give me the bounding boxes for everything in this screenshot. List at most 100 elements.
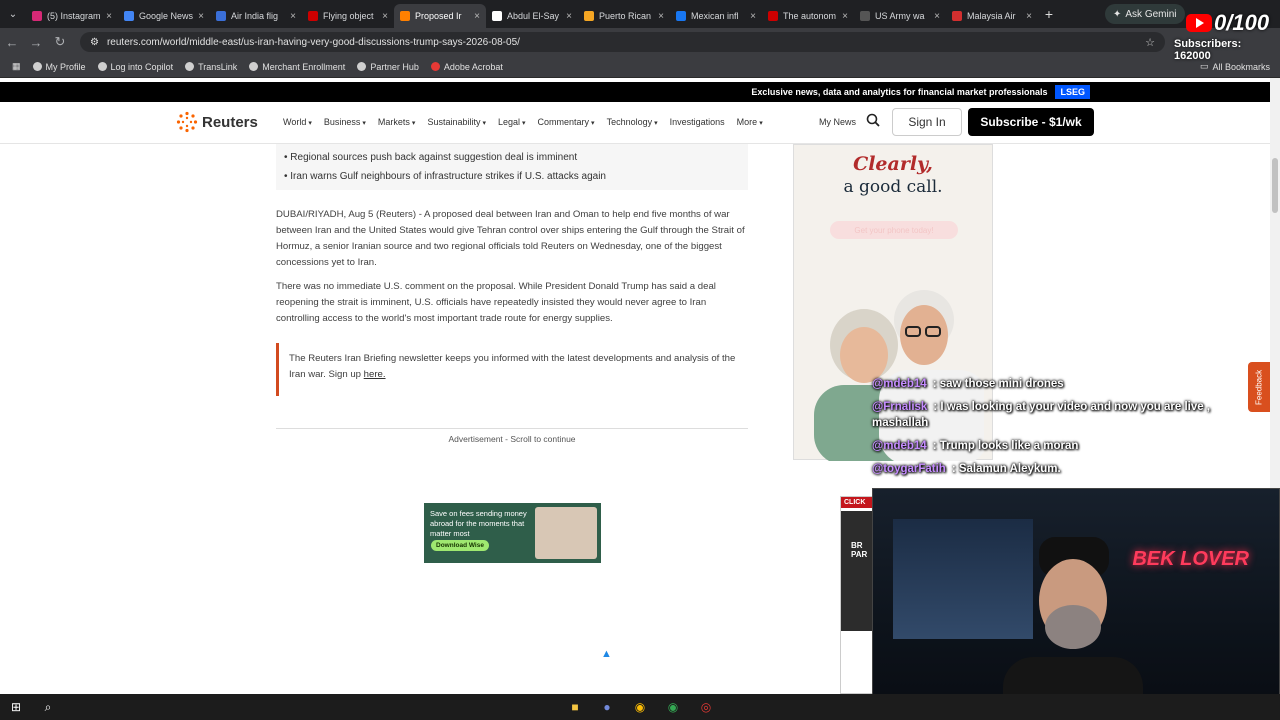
- file-explorer-icon[interactable]: ■: [567, 699, 583, 715]
- chevron-down-icon: ▾: [759, 120, 763, 127]
- tab-title: Malaysia Air: [967, 11, 1016, 21]
- nav-item[interactable]: World ▾: [283, 117, 312, 127]
- warning-icon: ▲: [601, 648, 612, 660]
- close-tab-icon[interactable]: ×: [566, 11, 572, 22]
- close-tab-icon[interactable]: ×: [290, 11, 296, 22]
- windows-start-icon[interactable]: ⊞: [8, 699, 24, 715]
- browser-tab[interactable]: Abdul El-Say ×: [486, 4, 578, 28]
- taskbar-search-icon[interactable]: ⌕: [40, 699, 56, 715]
- main-nav: World ▾ Business ▾ Markets ▾ Sustainability ▾ Le…: [283, 117, 763, 127]
- newsletter-signup-link[interactable]: here.: [364, 369, 386, 380]
- tab-favicon-icon: [952, 11, 962, 21]
- browser-tab[interactable]: Puerto Rican ×: [578, 4, 670, 28]
- browser-tab[interactable]: Google News ×: [118, 4, 210, 28]
- close-tab-icon[interactable]: ×: [1026, 11, 1032, 22]
- close-tab-icon[interactable]: ×: [842, 11, 848, 22]
- nav-item[interactable]: More ▾: [737, 117, 763, 127]
- ask-gemini-button[interactable]: ✦ Ask Gemini: [1105, 4, 1185, 24]
- chevron-down-icon: ▾: [591, 120, 595, 127]
- bookmark-merchant-enrollment[interactable]: Merchant Enrollment: [249, 62, 345, 72]
- nav-item[interactable]: Business ▾: [324, 117, 366, 127]
- subscribe-button[interactable]: Subscribe - $1/wk: [968, 108, 1094, 136]
- close-tab-icon[interactable]: ×: [382, 11, 388, 22]
- newsletter-callout: The Reuters Iran Briefing newsletter kee…: [276, 343, 748, 396]
- nav-item[interactable]: Markets ▾: [378, 117, 416, 127]
- back-arrow-icon[interactable]: ←: [0, 35, 24, 50]
- divider: [276, 428, 748, 429]
- wise-ad-banner[interactable]: Save on fees sending money abroad for th…: [424, 503, 601, 563]
- chat-text: : Salamun Aleykum.: [951, 463, 1061, 475]
- bookmark-translink[interactable]: TransLink: [185, 62, 237, 72]
- tab-search-icon[interactable]: ⌄: [0, 0, 26, 28]
- tab-favicon-icon: [860, 11, 870, 21]
- tab-title: Flying object: [323, 11, 374, 21]
- tab-favicon-icon: [308, 11, 318, 21]
- nav-item[interactable]: Legal ▾: [498, 117, 526, 127]
- browser-tab[interactable]: Flying object ×: [302, 4, 394, 28]
- bookmark-adobe-acrobat[interactable]: Adobe Acrobat: [430, 62, 503, 72]
- close-tab-icon[interactable]: ×: [934, 11, 940, 22]
- nav-item[interactable]: Sustainability ▾: [427, 117, 486, 127]
- tab-title: Puerto Rican: [599, 11, 652, 21]
- ad-cta-button[interactable]: Get your phone today!: [830, 221, 958, 239]
- reload-icon[interactable]: ↻: [48, 34, 72, 50]
- scrollbar-thumb[interactable]: [1272, 158, 1278, 213]
- promo-bar[interactable]: Exclusive news, data and analytics for f…: [0, 82, 1270, 102]
- goal-count: 0/100: [1214, 10, 1270, 35]
- forward-arrow-icon[interactable]: →: [24, 35, 48, 50]
- reuters-logo[interactable]: Reuters: [176, 111, 258, 133]
- site-info-icon[interactable]: ⚙: [90, 37, 99, 48]
- reuters-logo-icon: [176, 111, 198, 133]
- article-summary: • Regional sources push back against sug…: [276, 144, 748, 190]
- chat-username: @Frnalisk: [872, 401, 928, 413]
- obs-icon[interactable]: ◎: [698, 699, 714, 715]
- all-bookmarks-button[interactable]: ▭ All Bookmarks: [1200, 61, 1270, 72]
- search-icon[interactable]: [866, 113, 880, 130]
- browser-tab[interactable]: (5) Instagram ×: [26, 4, 118, 28]
- ad-notice: Advertisement - Scroll to continue: [448, 434, 576, 444]
- chat-text: : saw those mini drones: [932, 378, 1064, 390]
- bookmark-partner-hub[interactable]: Partner Hub: [357, 62, 419, 72]
- sign-in-button[interactable]: Sign In: [892, 108, 962, 136]
- close-tab-icon[interactable]: ×: [750, 11, 756, 22]
- close-tab-icon[interactable]: ×: [474, 11, 480, 22]
- close-tab-icon[interactable]: ×: [658, 11, 664, 22]
- browser-tab[interactable]: US Army wa ×: [854, 4, 946, 28]
- nav-item[interactable]: Investigations: [670, 117, 725, 127]
- side-ad-clickable[interactable]: CLICK BR PAR: [840, 496, 875, 694]
- feedback-tab[interactable]: Feedback: [1248, 362, 1270, 412]
- windows-taskbar: ⊞ ⌕ ■ ● ◉ ◉ ◎: [0, 694, 1280, 720]
- chrome-profile-icon[interactable]: ◉: [665, 699, 681, 715]
- tab-favicon-icon: [492, 11, 502, 21]
- bookmark-my-profile[interactable]: My Profile: [32, 62, 86, 72]
- copilot-icon: [97, 62, 107, 71]
- streamer-image: [1003, 537, 1143, 719]
- apps-grid-icon[interactable]: ▦: [12, 61, 21, 72]
- tab-favicon-icon: [400, 11, 410, 21]
- nav-item[interactable]: Commentary ▾: [538, 117, 595, 127]
- browser-tab[interactable]: Mexican infl ×: [670, 4, 762, 28]
- close-tab-icon[interactable]: ×: [198, 11, 204, 22]
- browser-toolbar: ← → ↻ ⚙ reuters.com/world/middle-east/us…: [0, 28, 1280, 56]
- close-tab-icon[interactable]: ×: [106, 11, 112, 22]
- partner-hub-icon: [357, 62, 367, 71]
- translink-icon: [185, 62, 195, 71]
- new-tab-button[interactable]: +: [1038, 6, 1060, 22]
- tab-title: Air India flig: [231, 11, 279, 21]
- browser-tab[interactable]: Air India flig ×: [210, 4, 302, 28]
- click-tag: CLICK: [841, 497, 873, 508]
- tab-title: Proposed Ir: [415, 11, 462, 21]
- nav-item[interactable]: Technology ▾: [607, 117, 658, 127]
- bookmark-copilot[interactable]: Log into Copilot: [97, 62, 173, 72]
- address-bar[interactable]: ⚙ reuters.com/world/middle-east/us-iran-…: [80, 32, 1165, 52]
- wise-download-button[interactable]: Download Wise: [431, 540, 489, 551]
- chrome-icon[interactable]: ◉: [632, 699, 648, 715]
- bookmark-star-icon[interactable]: ☆: [1145, 36, 1155, 49]
- discord-icon[interactable]: ●: [599, 699, 615, 715]
- browser-tab[interactable]: Proposed Ir ×: [394, 4, 486, 28]
- my-news-link[interactable]: My News: [819, 117, 856, 127]
- live-chat-overlay: @mdeb14 : saw those mini drones @Frnalisk:…: [872, 376, 1232, 484]
- browser-tab[interactable]: Malaysia Air ×: [946, 4, 1038, 28]
- chat-username: @mdeb14: [872, 378, 927, 390]
- browser-tab[interactable]: The autonom ×: [762, 4, 854, 28]
